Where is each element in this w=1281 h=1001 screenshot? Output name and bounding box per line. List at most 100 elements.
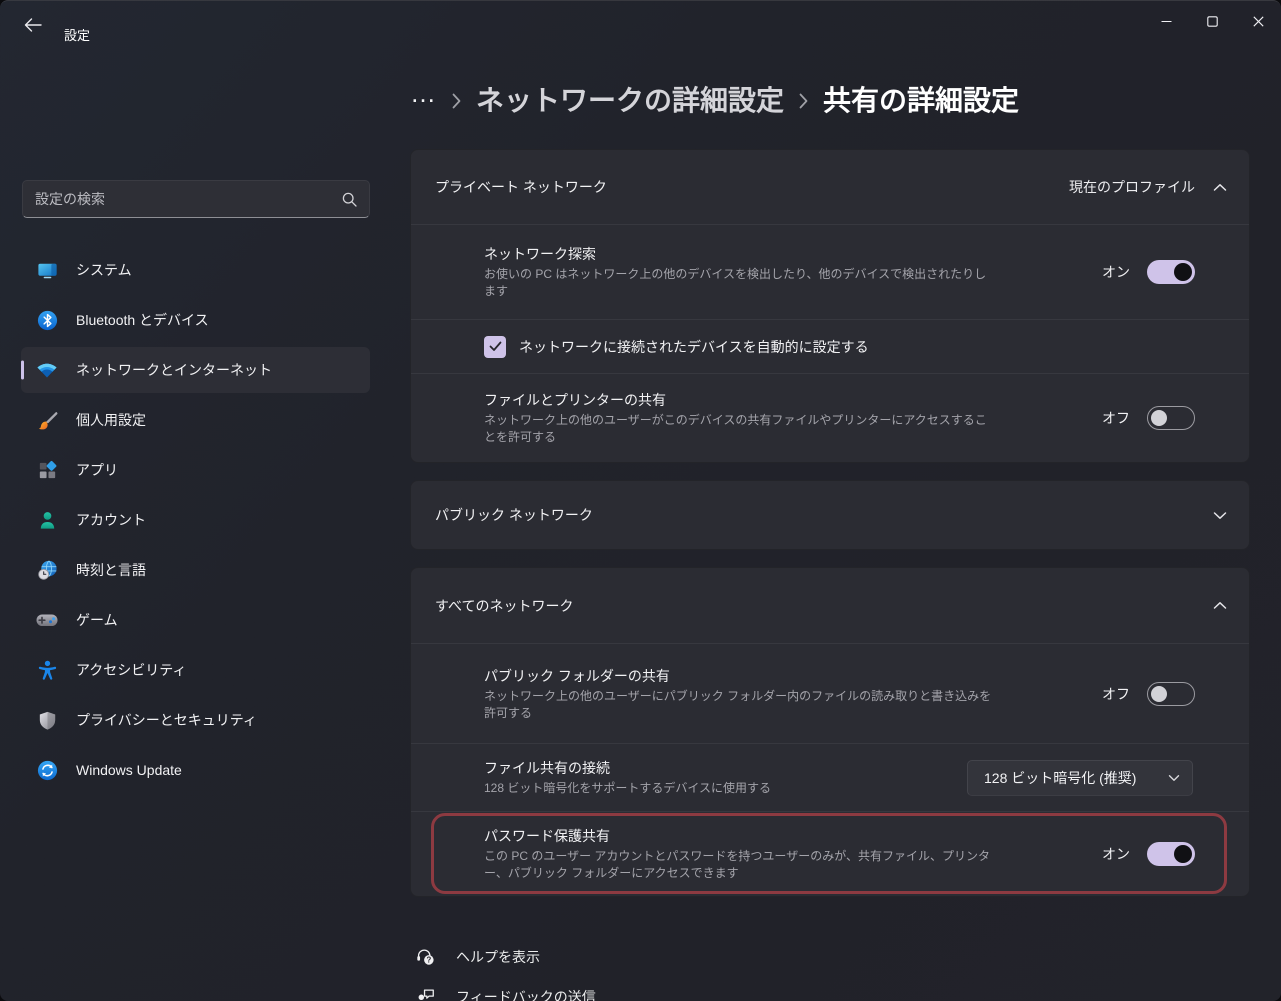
- breadcrumb-parent[interactable]: ネットワークの詳細設定: [476, 79, 784, 119]
- sidebar-item-label: システム: [76, 260, 132, 280]
- file-printer-sharing-row: ファイルとプリンターの共有 ネットワーク上の他のユーザーがこのデバイスの共有ファ…: [411, 373, 1249, 462]
- sidebar-item-network-internet[interactable]: ネットワークとインターネット: [21, 347, 370, 393]
- current-profile-badge: 現在のプロファイル: [1069, 177, 1195, 197]
- toggle-state-label: オフ: [1102, 408, 1130, 428]
- sidebar-item-label: Bluetooth とデバイス: [76, 310, 209, 330]
- minimize-button[interactable]: [1143, 1, 1189, 41]
- auto-setup-row: ネットワークに接続されたデバイスを自動的に設定する: [411, 319, 1249, 373]
- section-title: すべてのネットワーク: [435, 596, 573, 616]
- setting-description: お使いの PC はネットワーク上の他のデバイスを検出したり、他のデバイスで検出さ…: [484, 266, 994, 300]
- all-networks-card: すべてのネットワーク パブリック フォルダーの共有 ネットワーク上の他のユーザー…: [410, 567, 1250, 897]
- maximize-button[interactable]: [1189, 1, 1235, 41]
- sidebar: システム Bluetooth とデバイス ネットワークとインターネット 個人用設…: [0, 49, 396, 1001]
- window-title: 設定: [64, 25, 90, 44]
- sidebar-item-bluetooth[interactable]: Bluetooth とデバイス: [21, 297, 370, 343]
- setting-title: ファイルとプリンターの共有: [484, 390, 994, 410]
- setting-description: ネットワーク上の他のユーザーがこのデバイスの共有ファイルやプリンターにアクセスす…: [484, 412, 994, 446]
- system-icon: [35, 258, 59, 282]
- footer-links: ? ヘルプを表示 フィードバックの送信: [410, 937, 1250, 1001]
- breadcrumb: … ネットワークの詳細設定 共有の詳細設定: [410, 49, 1250, 149]
- toggle-knob: [1174, 845, 1192, 863]
- sidebar-item-label: 時刻と言語: [76, 560, 146, 580]
- password-protected-sharing-toggle[interactable]: [1147, 842, 1195, 866]
- setting-title: ファイル共有の接続: [484, 758, 771, 778]
- sidebar-item-personalization[interactable]: 個人用設定: [21, 397, 370, 443]
- give-feedback-label: フィードバックの送信: [456, 987, 596, 1001]
- auto-setup-checkbox[interactable]: [484, 336, 506, 358]
- help-headset-icon: ?: [413, 945, 437, 969]
- setting-title: パスワード保護共有: [484, 826, 994, 846]
- public-network-card: パブリック ネットワーク: [410, 480, 1250, 550]
- sidebar-item-system[interactable]: システム: [21, 247, 370, 293]
- account-person-icon: [35, 508, 59, 532]
- sidebar-item-gaming[interactable]: ゲーム: [21, 597, 370, 643]
- sidebar-item-label: アカウント: [76, 510, 146, 530]
- public-folder-sharing-toggle[interactable]: [1147, 682, 1195, 706]
- dropdown-selected-value: 128 ビット暗号化 (推奨): [984, 768, 1136, 788]
- private-network-expander[interactable]: プライベート ネットワーク 現在のプロファイル: [411, 150, 1249, 224]
- search-box[interactable]: [22, 180, 370, 218]
- page-title: 共有の詳細設定: [823, 79, 1019, 119]
- accessibility-person-icon: [35, 658, 59, 682]
- close-button[interactable]: [1235, 1, 1281, 41]
- toggle-knob: [1151, 410, 1167, 426]
- apps-icon: [35, 458, 59, 482]
- checkmark-icon: [489, 341, 502, 352]
- section-title: パブリック ネットワーク: [435, 505, 593, 525]
- minimize-icon: [1161, 16, 1172, 27]
- setting-description: この PC のユーザー アカウントとパスワードを持つユーザーのみが、共有ファイル…: [484, 848, 994, 882]
- bluetooth-icon: [35, 308, 59, 332]
- shield-icon: [35, 708, 59, 732]
- sidebar-item-privacy-security[interactable]: プライバシーとセキュリティ: [21, 697, 370, 743]
- sidebar-item-label: アプリ: [76, 460, 118, 480]
- private-network-card: プライベート ネットワーク 現在のプロファイル ネットワーク探索 お使いの PC…: [410, 149, 1250, 463]
- toggle-state-label: オフ: [1102, 684, 1130, 704]
- toggle-knob: [1174, 263, 1192, 281]
- setting-title: ネットワーク探索: [484, 244, 994, 264]
- chevron-down-icon: [1213, 511, 1227, 520]
- back-button[interactable]: [16, 9, 50, 41]
- sidebar-item-label: ゲーム: [76, 610, 118, 630]
- breadcrumb-ellipsis-button[interactable]: …: [410, 88, 437, 110]
- chevron-down-icon: [1168, 774, 1180, 782]
- password-protected-sharing-row: パスワード保護共有 この PC のユーザー アカウントとパスワードを持つユーザー…: [411, 811, 1249, 896]
- sidebar-item-label: プライバシーとセキュリティ: [76, 710, 257, 730]
- sidebar-item-accessibility[interactable]: アクセシビリティ: [21, 647, 370, 693]
- checkbox-label: ネットワークに接続されたデバイスを自動的に設定する: [519, 337, 869, 357]
- network-discovery-toggle[interactable]: [1147, 260, 1195, 284]
- main-content: … ネットワークの詳細設定 共有の詳細設定 プライベート ネットワーク 現在のプ…: [410, 49, 1250, 1001]
- sidebar-item-apps[interactable]: アプリ: [21, 447, 370, 493]
- file-printer-sharing-toggle[interactable]: [1147, 406, 1195, 430]
- toggle-knob: [1151, 686, 1167, 702]
- network-discovery-row: ネットワーク探索 お使いの PC はネットワーク上の他のデバイスを検出したり、他…: [411, 224, 1249, 319]
- close-icon: [1253, 16, 1264, 27]
- feedback-icon: [413, 985, 437, 1001]
- search-icon[interactable]: [342, 192, 357, 207]
- chevron-right-icon: [798, 89, 809, 110]
- wifi-icon: [35, 358, 59, 382]
- setting-description: ネットワーク上の他のユーザーにパブリック フォルダー内のファイルの読み取りと書き…: [484, 688, 994, 722]
- get-help-link[interactable]: ? ヘルプを表示: [410, 937, 1250, 977]
- sidebar-item-windows-update[interactable]: Windows Update: [21, 747, 370, 793]
- svg-text:?: ?: [426, 956, 431, 965]
- toggle-state-label: オン: [1102, 844, 1130, 864]
- section-title: プライベート ネットワーク: [435, 177, 607, 197]
- chevron-up-icon: [1213, 601, 1227, 610]
- sidebar-item-accounts[interactable]: アカウント: [21, 497, 370, 543]
- public-network-expander[interactable]: パブリック ネットワーク: [411, 481, 1249, 549]
- all-networks-expander[interactable]: すべてのネットワーク: [411, 568, 1249, 643]
- get-help-label: ヘルプを表示: [456, 947, 540, 967]
- setting-description: 128 ビット暗号化をサポートするデバイスに使用する: [484, 780, 771, 797]
- sidebar-item-label: ネットワークとインターネット: [76, 360, 272, 380]
- encryption-dropdown[interactable]: 128 ビット暗号化 (推奨): [967, 760, 1193, 796]
- paintbrush-icon: [35, 408, 59, 432]
- give-feedback-link[interactable]: フィードバックの送信: [410, 977, 1250, 1001]
- chevron-up-icon: [1213, 183, 1227, 192]
- time-language-icon: [35, 558, 59, 582]
- back-arrow-icon: [24, 18, 42, 32]
- sidebar-item-time-language[interactable]: 時刻と言語: [21, 547, 370, 593]
- sidebar-item-label: アクセシビリティ: [76, 660, 186, 680]
- sidebar-nav: システム Bluetooth とデバイス ネットワークとインターネット 個人用設…: [21, 247, 370, 797]
- search-input[interactable]: [35, 191, 342, 207]
- public-folder-sharing-row: パブリック フォルダーの共有 ネットワーク上の他のユーザーにパブリック フォルダ…: [411, 643, 1249, 743]
